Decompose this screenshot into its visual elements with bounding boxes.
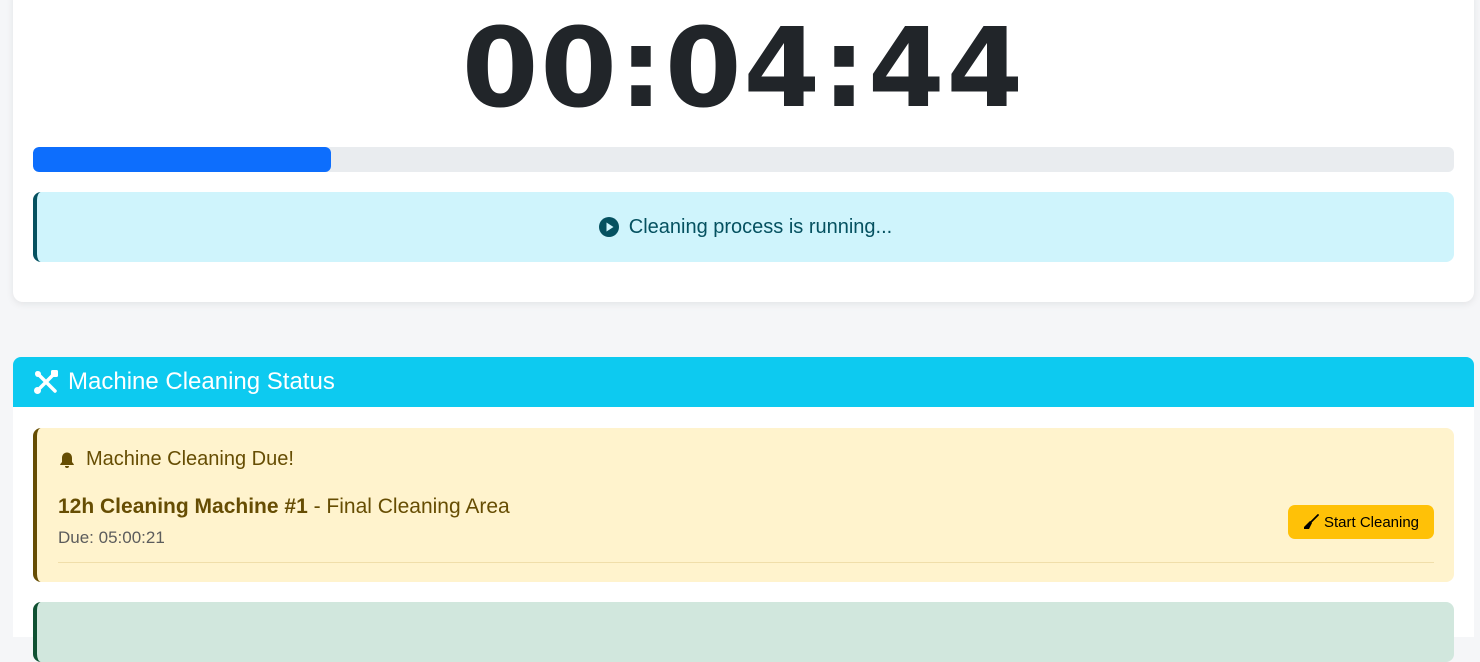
machine-status-header: Machine Cleaning Status [13, 357, 1474, 407]
next-status-card [33, 602, 1454, 662]
due-time: Due: 05:00:21 [58, 528, 165, 547]
status-alert-text: Cleaning process is running... [628, 215, 893, 238]
cleaning-due-title-text: Machine Cleaning Due! [86, 448, 294, 470]
start-cleaning-button[interactable]: Start Cleaning [1288, 505, 1434, 539]
progress-bar [33, 147, 1454, 172]
bell-icon [58, 451, 76, 469]
start-cleaning-label: Start Cleaning [1323, 513, 1420, 531]
progress-bar-fill [33, 147, 332, 172]
machine-status-body: Machine Cleaning Due! 12h Cleaning Machi… [13, 407, 1474, 662]
machine-status-title: Machine Cleaning Status [68, 368, 335, 395]
tools-icon [32, 368, 60, 396]
machine-area: - Final Cleaning Area [307, 495, 510, 518]
machine-name: 12h Cleaning Machine #1 [58, 495, 308, 518]
play-circle-icon [598, 217, 619, 237]
divider [58, 562, 1434, 563]
cleaning-due-title: Machine Cleaning Due! [58, 448, 294, 471]
machine-info: 12h Cleaning Machine #1 - Final Cleaning… [58, 495, 510, 519]
status-alert: Cleaning process is running... [33, 192, 1454, 262]
timer-display: 00:04:44 [461, 4, 1026, 132]
cleaning-due-card: Machine Cleaning Due! 12h Cleaning Machi… [33, 428, 1454, 582]
broom-icon [1303, 514, 1319, 530]
timer-card: 00:04:44 Cleaning process is running... [13, 0, 1474, 302]
